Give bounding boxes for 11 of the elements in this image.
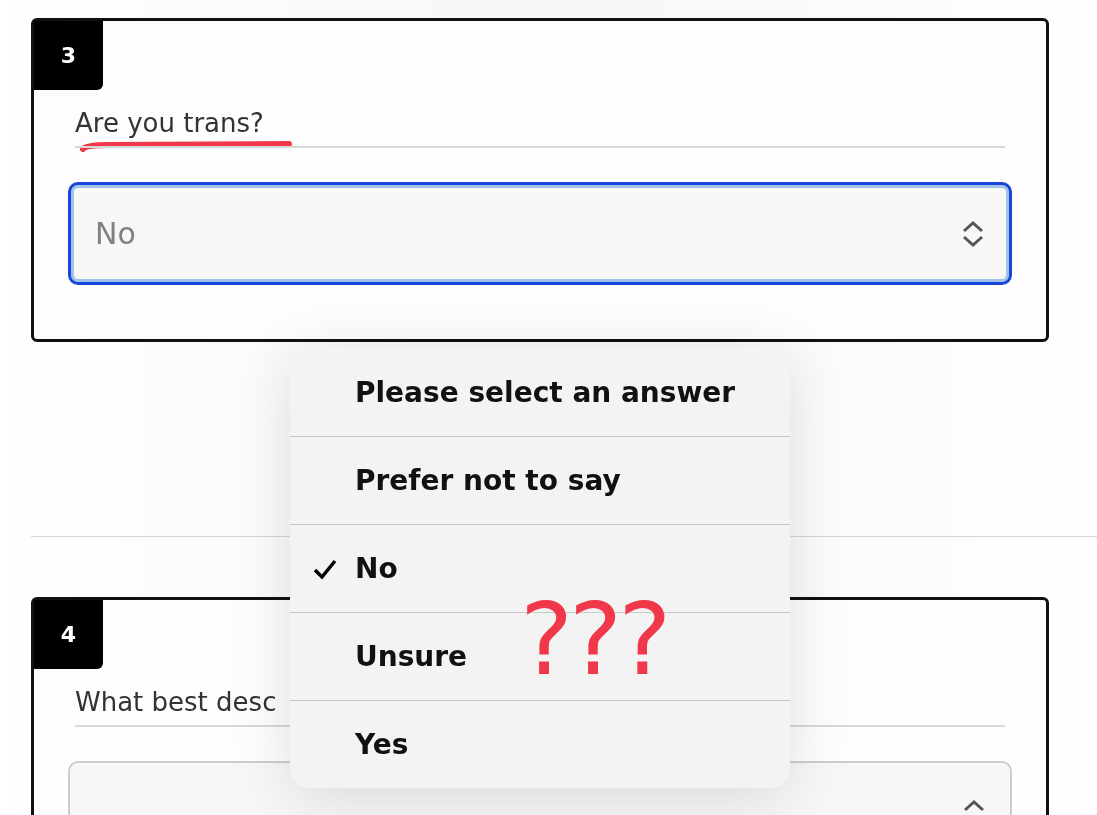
dropdown-option[interactable]: Yes (355, 728, 409, 761)
select-field[interactable]: No (68, 182, 1012, 285)
dropdown-option[interactable]: Please select an answer (355, 375, 736, 409)
question-text: Are you trans? (75, 108, 264, 138)
dropdown-option[interactable]: Unsure (355, 640, 468, 673)
question-text: What best desc (75, 687, 277, 717)
dropdown-option[interactable]: Prefer not to say (355, 464, 621, 497)
question-number: 4 (34, 600, 103, 669)
dropdown-option[interactable]: No (355, 552, 398, 585)
question-number: 3 (34, 21, 103, 90)
annotation-text: ??? (520, 590, 669, 690)
